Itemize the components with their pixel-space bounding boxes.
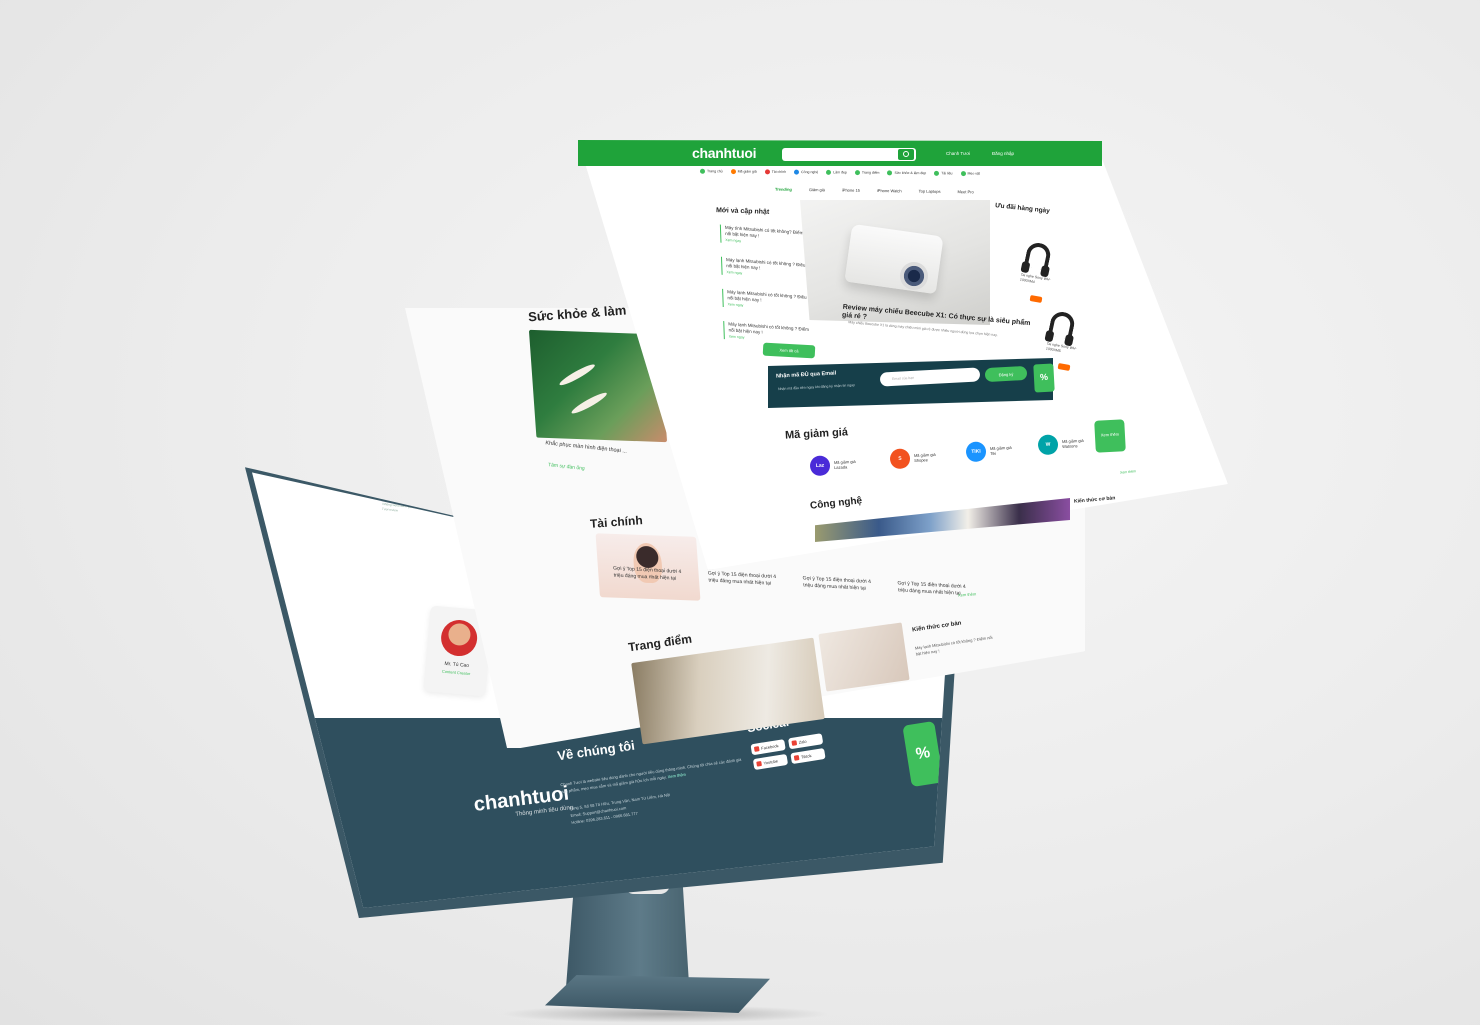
tab-meet-pro[interactable]: Meet Pro [957,189,973,194]
search-icon[interactable] [898,149,914,160]
search-input[interactable] [782,148,916,161]
subscribe-button[interactable]: Đăng ký [984,365,1028,383]
tab-iphone-watch[interactable]: iPhone Watch [877,188,902,193]
lazada-icon: Laz [809,455,831,477]
nav-item[interactable]: Công nghệ [794,170,818,175]
store-lazada[interactable]: Laz Mã giảm giá Lazada [809,454,861,477]
nav-item[interactable]: Mã giảm giá [731,169,757,174]
shopee-icon: S [889,448,911,470]
tab-trending[interactable]: Trending [775,187,792,192]
site-logo[interactable]: chanhtuoi [692,145,756,161]
nav-item[interactable]: Làm đẹp [826,170,847,175]
see-all-button[interactable]: Xem tất cả [762,342,816,359]
nav-item[interactable]: Mẹo vặt [960,171,979,176]
avatar [439,618,479,658]
store-tiki[interactable]: TIKI Mã giảm giá Tiki [965,440,1017,463]
list-item[interactable]: Máy lạnh Mitsubishi có tốt không ? Điều … [722,288,813,314]
nav-item[interactable]: Tài chính [765,169,786,174]
makeup-side-image[interactable] [818,622,910,692]
projector-lens [900,262,928,290]
tab-discount[interactable]: Giảm giá [809,187,825,192]
nav-item[interactable]: Sức khỏe & làm đẹp [887,170,926,175]
list-item[interactable]: Máy lạnh Mitsubishi có tốt không ? Điểm … [723,321,814,346]
watsons-icon: W [1037,434,1059,456]
percent-ticket-icon: % [1033,363,1055,393]
tab-top-laptops[interactable]: Top Laptops [919,189,941,194]
nav-item[interactable]: Trang chủ [700,169,723,174]
list-item[interactable]: Máy lạnh Mitsubishi có tốt không ? Điều … [720,256,812,282]
store-shopee[interactable]: S Mã giảm giá Shopee [889,447,941,470]
latest-list: Máy tính Mitsubishi có tốt không? Điểm n… [719,224,814,360]
store-watsons[interactable]: W Mã giảm giá Watsons [1037,433,1089,456]
tab-iphone15[interactable]: iPhone 15 [842,188,860,193]
more-stores-button[interactable]: Xem thêm [1094,419,1126,453]
video-review-desc: Những video đánh giá sản phẩm mới nhất đ… [381,501,457,514]
nav-item[interactable]: Tài liệu [934,171,952,176]
tiki-icon: TIKI [965,441,987,463]
header-link-brand[interactable]: Chanh Tươi [946,151,970,156]
nav-item[interactable]: Trang điểm [855,170,880,175]
mockup-scene: Video review mới nhất Những video đánh g… [0,0,1480,1025]
login-link[interactable]: Đăng nhập [992,151,1014,156]
